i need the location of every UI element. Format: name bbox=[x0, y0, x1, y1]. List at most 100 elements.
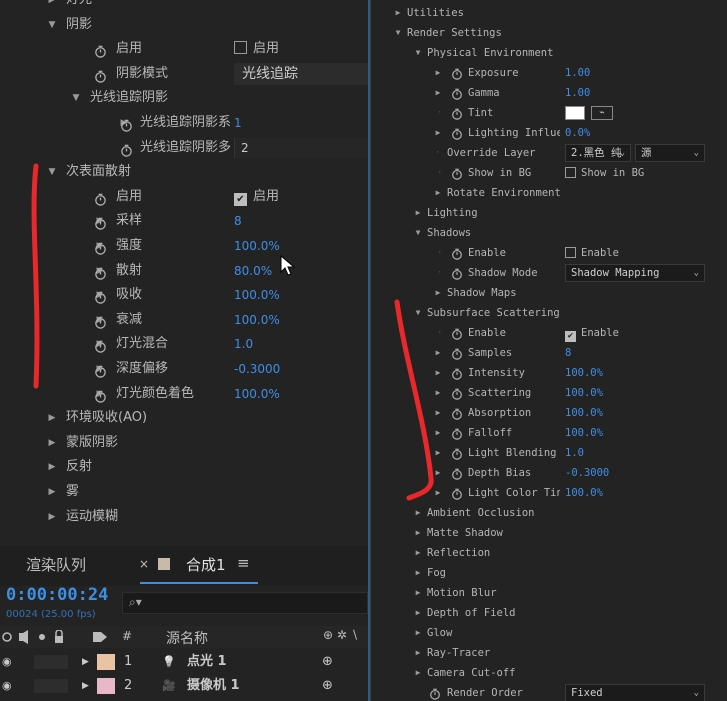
en-row-reflection[interactable]: ▶ Reflection bbox=[371, 543, 727, 563]
stopwatch-icon[interactable] bbox=[429, 687, 441, 700]
en-row-camera-cutoff[interactable]: ▶ Camera Cut-off bbox=[371, 663, 727, 683]
stopwatch-icon[interactable] bbox=[94, 289, 107, 304]
checkbox-box[interactable] bbox=[565, 167, 576, 178]
expand-arrow-icon[interactable]: ▶ bbox=[433, 483, 443, 503]
header-source-name[interactable]: 源名称 bbox=[166, 628, 208, 648]
menu-icon[interactable]: ≡ bbox=[237, 554, 250, 572]
layer-select[interactable]: 2.黑色 纯 ⌄ bbox=[565, 144, 631, 162]
property-value[interactable]: 100.0% bbox=[234, 234, 280, 258]
stopwatch-icon[interactable] bbox=[451, 347, 463, 360]
expand-arrow-icon[interactable]: ▶ bbox=[433, 123, 443, 143]
property-value[interactable]: 100.0% bbox=[565, 363, 603, 383]
expand-arrow-icon[interactable]: ▶ bbox=[413, 583, 423, 603]
cn-row-shadow[interactable]: ▼ 阴影 bbox=[0, 13, 368, 37]
expand-arrow-icon[interactable]: ▶ bbox=[46, 406, 58, 430]
checkbox-box[interactable] bbox=[565, 247, 576, 258]
cn-row-shadow-mode[interactable]: 阴影模式 光线追踪 bbox=[0, 62, 368, 86]
cn-row-sss-absorb[interactable]: ▶ 吸收 100.0% bbox=[0, 283, 368, 307]
property-value[interactable]: -0.3000 bbox=[565, 463, 609, 483]
expand-arrow-icon[interactable]: ▶ bbox=[433, 63, 443, 83]
cn-row-rt-shadow-2[interactable]: 光线追踪阴影多 2 bbox=[0, 136, 368, 160]
expand-arrow-icon[interactable]: ▶ bbox=[433, 463, 443, 483]
number-field[interactable]: 2 bbox=[234, 137, 368, 158]
property-value[interactable]: 100.0% bbox=[234, 382, 280, 406]
collapse-arrow-icon[interactable]: ▼ bbox=[393, 23, 403, 43]
stopwatch-icon[interactable] bbox=[451, 107, 463, 120]
property-value[interactable]: 100.0% bbox=[565, 423, 603, 443]
property-value[interactable]: 100.0% bbox=[565, 403, 603, 423]
stopwatch-icon[interactable] bbox=[451, 67, 463, 80]
en-row-ss-intensity[interactable]: ▶ Intensity 100.0% bbox=[371, 363, 727, 383]
en-row-show-in-bg[interactable]: · Show in BG Show in BG bbox=[371, 163, 727, 183]
cn-row-sss-enable[interactable]: 启用 ✔ 启用 bbox=[0, 185, 368, 209]
expand-arrow-icon[interactable]: ▶ bbox=[413, 523, 423, 543]
en-row-matte-shadow[interactable]: ▶ Matte Shadow bbox=[371, 523, 727, 543]
cn-row-motionblur[interactable]: ▶ 运动模糊 bbox=[0, 505, 368, 529]
tab-render-queue[interactable]: 渲染队列 bbox=[26, 554, 86, 575]
tab-comp[interactable]: 合成1 bbox=[186, 554, 226, 575]
checkbox-box[interactable]: ✔ bbox=[234, 192, 247, 206]
property-value[interactable]: 8 bbox=[234, 209, 242, 233]
property-value[interactable]: 100.0% bbox=[234, 283, 280, 307]
en-row-rotate-env[interactable]: ▶ Rotate Environment bbox=[371, 183, 727, 203]
cn-row-sss[interactable]: ▼ 次表面散射 bbox=[0, 160, 368, 184]
property-value[interactable]: 1.00 bbox=[565, 63, 590, 83]
stopwatch-icon[interactable] bbox=[94, 388, 107, 403]
expand-arrow-icon[interactable]: ▶ bbox=[46, 480, 58, 504]
expand-arrow-icon[interactable]: ▶ bbox=[413, 603, 423, 623]
expand-arrow-icon[interactable]: ▶ bbox=[433, 83, 443, 103]
cn-row-sss-lighttint[interactable]: ▶ 灯光颜色着色 100.0% bbox=[0, 382, 368, 406]
cn-row-sss-scatter[interactable]: ▶ 散射 80.0% bbox=[0, 259, 368, 283]
expand-arrow-icon[interactable]: ▶ bbox=[433, 283, 443, 303]
en-row-ss-lighttint[interactable]: ▶ Light Color Tin 100.0% bbox=[371, 483, 727, 503]
en-row-sh-enable[interactable]: · Enable Enable bbox=[371, 243, 727, 263]
en-row-ss-lightblend[interactable]: ▶ Light Blending 1.0 bbox=[371, 443, 727, 463]
en-row-ss-enable[interactable]: · Enable ✔ Enable bbox=[371, 323, 727, 343]
cn-row-shadow-enable[interactable]: 启用 启用 bbox=[0, 37, 368, 61]
en-row-ss-falloff[interactable]: ▶ Falloff 100.0% bbox=[371, 423, 727, 443]
stopwatch-icon[interactable] bbox=[451, 327, 463, 340]
en-row-shadows[interactable]: ▼ Shadows bbox=[371, 223, 727, 243]
en-row-gamma[interactable]: ▶ Gamma 1.00 bbox=[371, 83, 727, 103]
en-row-override-layer[interactable]: · Override Layer 2.黑色 纯 ⌄ 源 ⌄ bbox=[371, 143, 727, 163]
timecode-display[interactable]: 0:00:00:24 bbox=[6, 585, 108, 605]
en-row-fog[interactable]: ▶ Fog bbox=[371, 563, 727, 583]
stopwatch-icon[interactable] bbox=[94, 191, 107, 206]
cn-row-sss-samples[interactable]: ▶ 采样 8 bbox=[0, 209, 368, 233]
stopwatch-icon[interactable] bbox=[451, 487, 463, 500]
source-select[interactable]: 源 ⌄ bbox=[635, 144, 705, 162]
table-row[interactable]: ◉ ▶ 1 💡 点光 1 ⊕ bbox=[0, 650, 368, 674]
table-row[interactable]: ◉ ▶ 2 🎥 摄像机 1 ⊕ bbox=[0, 674, 368, 698]
stopwatch-icon[interactable] bbox=[451, 467, 463, 480]
checkbox[interactable]: Enable bbox=[565, 243, 619, 263]
en-row-tint[interactable]: · Tint ⌁ bbox=[371, 103, 727, 123]
checkbox-box[interactable]: ✔ bbox=[565, 331, 576, 342]
collapse-arrow-icon[interactable]: ▼ bbox=[46, 160, 58, 184]
cn-row-sss-depthbias[interactable]: ▶ 深度偏移 -0.3000 bbox=[0, 357, 368, 381]
en-row-phys-env[interactable]: ▼ Physical Environment bbox=[371, 43, 727, 63]
stopwatch-icon[interactable] bbox=[94, 43, 107, 58]
property-value[interactable]: 1 bbox=[234, 111, 242, 135]
dropdown-select[interactable]: 光线追踪 bbox=[234, 62, 368, 85]
en-row-lighting-influence[interactable]: ▶ Lighting Influer 0.0% bbox=[371, 123, 727, 143]
dropdown-select[interactable]: Fixed ⌄ bbox=[565, 684, 705, 701]
en-row-lighting[interactable]: ▶ Lighting bbox=[371, 203, 727, 223]
en-row-sh-maps[interactable]: ▶ Shadow Maps bbox=[371, 283, 727, 303]
stopwatch-icon[interactable] bbox=[451, 447, 463, 460]
stopwatch-icon[interactable] bbox=[94, 215, 107, 231]
collapse-arrow-icon[interactable]: ▼ bbox=[413, 223, 423, 243]
cn-row-rt-shadow[interactable]: ▼ 光线追踪阴影 bbox=[0, 86, 368, 110]
stopwatch-icon[interactable] bbox=[94, 338, 107, 354]
property-value[interactable]: 100.0% bbox=[565, 483, 603, 503]
property-value[interactable]: 100.0% bbox=[234, 308, 280, 332]
expand-arrow-icon[interactable]: ▶ bbox=[82, 674, 89, 698]
en-row-render-settings[interactable]: ▼ Render Settings bbox=[371, 23, 727, 43]
expand-arrow-icon[interactable]: ▶ bbox=[433, 403, 443, 423]
en-row-ss-samples[interactable]: ▶ Samples 8 bbox=[371, 343, 727, 363]
property-value[interactable]: -0.3000 bbox=[234, 357, 280, 381]
cn-row-reflect[interactable]: ▶ 反射 bbox=[0, 455, 368, 479]
close-icon[interactable]: × bbox=[139, 557, 149, 571]
expand-arrow-icon[interactable]: ▶ bbox=[46, 0, 58, 12]
label-color-swatch[interactable] bbox=[97, 654, 115, 670]
property-value[interactable]: 0.0% bbox=[565, 123, 590, 143]
